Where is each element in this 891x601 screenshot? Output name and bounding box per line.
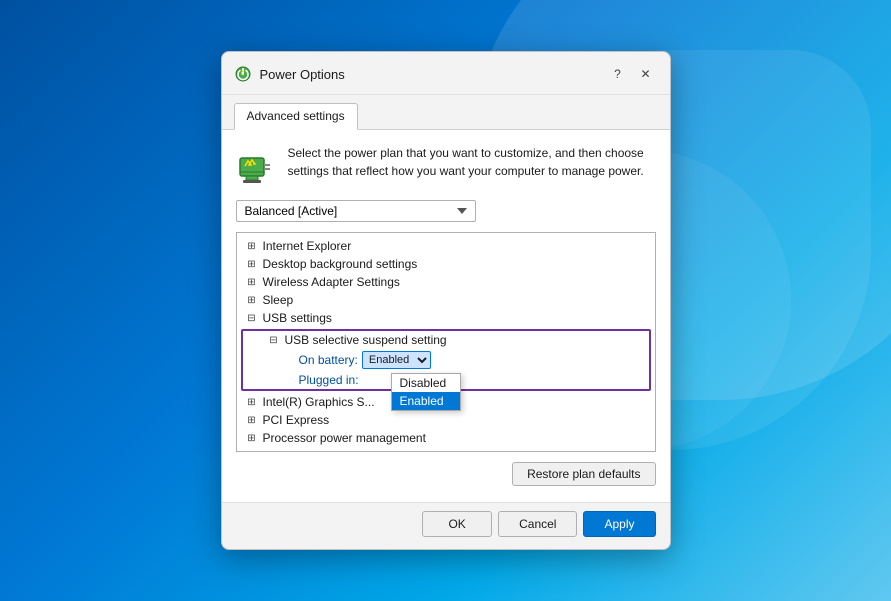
item-label: USB settings bbox=[263, 311, 332, 325]
cancel-button[interactable]: Cancel bbox=[498, 511, 577, 537]
expand-icon: ⊞ bbox=[245, 451, 259, 453]
list-item-wireless-adapter[interactable]: ⊞ Wireless Adapter Settings bbox=[237, 273, 655, 291]
power-options-icon bbox=[234, 65, 252, 83]
settings-list-container[interactable]: ⊞ Internet Explorer ⊞ Desktop background… bbox=[236, 232, 656, 452]
on-battery-select[interactable]: Enabled Disabled bbox=[362, 351, 431, 369]
list-item-processor-power[interactable]: ⊞ Processor power management bbox=[237, 429, 655, 447]
list-item-display[interactable]: ⊞ Display bbox=[237, 447, 655, 452]
dialog-title: Power Options bbox=[260, 67, 598, 82]
restore-btn-row: Restore plan defaults bbox=[236, 462, 656, 486]
bottom-buttons: OK Cancel Apply bbox=[222, 502, 670, 549]
dialog-overlay: Power Options ? ✕ Advanced settings bbox=[0, 0, 891, 601]
list-item-internet-explorer[interactable]: ⊞ Internet Explorer bbox=[237, 237, 655, 255]
item-label: Intel(R) Graphics S... bbox=[263, 395, 375, 409]
ok-button[interactable]: OK bbox=[422, 511, 492, 537]
title-bar: Power Options ? ✕ bbox=[222, 52, 670, 95]
power-icon-large bbox=[236, 146, 276, 186]
help-button[interactable]: ? bbox=[606, 62, 630, 86]
expand-icon: ⊞ bbox=[245, 277, 259, 288]
apply-button[interactable]: Apply bbox=[583, 511, 655, 537]
on-battery-value: Enabled Disabled bbox=[362, 351, 431, 369]
expand-icon: ⊞ bbox=[245, 295, 259, 306]
description-text: Select the power plan that you want to c… bbox=[288, 144, 656, 180]
settings-list: ⊞ Internet Explorer ⊞ Desktop background… bbox=[237, 233, 655, 452]
description-row: Select the power plan that you want to c… bbox=[236, 144, 656, 186]
expand-icon: ⊞ bbox=[245, 433, 259, 444]
item-label: Wireless Adapter Settings bbox=[263, 275, 400, 289]
item-label: Processor power management bbox=[263, 431, 426, 445]
content-area: Select the power plan that you want to c… bbox=[222, 130, 670, 502]
tab-bar: Advanced settings bbox=[222, 95, 670, 130]
item-label: Display bbox=[263, 449, 302, 452]
restore-plan-defaults-button[interactable]: Restore plan defaults bbox=[512, 462, 655, 486]
close-button[interactable]: ✕ bbox=[634, 62, 658, 86]
item-label: USB selective suspend setting bbox=[285, 333, 447, 347]
on-battery-label: On battery: bbox=[299, 353, 358, 367]
tab-advanced-settings[interactable]: Advanced settings bbox=[234, 103, 358, 130]
item-label: Sleep bbox=[263, 293, 294, 307]
list-item-usb-selective-suspend[interactable]: ⊟ USB selective suspend setting bbox=[243, 331, 649, 349]
list-item-pci-express[interactable]: ⊞ PCI Express bbox=[237, 411, 655, 429]
plan-dropdown-row: Balanced [Active] Power saver High perfo… bbox=[236, 200, 656, 222]
item-label: Desktop background settings bbox=[263, 257, 418, 271]
list-item-desktop-background[interactable]: ⊞ Desktop background settings bbox=[237, 255, 655, 273]
dropdown-option-enabled[interactable]: Enabled bbox=[392, 392, 460, 410]
title-bar-controls: ? ✕ bbox=[606, 62, 658, 86]
expand-icon: ⊟ bbox=[245, 313, 259, 324]
expand-icon: ⊞ bbox=[245, 415, 259, 426]
expand-icon: ⊞ bbox=[245, 259, 259, 270]
expand-icon: ⊟ bbox=[267, 335, 281, 346]
on-battery-dropdown-popup: Disabled Enabled bbox=[391, 373, 461, 411]
expand-icon: ⊞ bbox=[245, 397, 259, 408]
list-item-usb-settings[interactable]: ⊟ USB settings bbox=[237, 309, 655, 327]
plan-dropdown[interactable]: Balanced [Active] Power saver High perfo… bbox=[236, 200, 476, 222]
list-item-sleep[interactable]: ⊞ Sleep bbox=[237, 291, 655, 309]
expand-icon: ⊞ bbox=[245, 241, 259, 252]
on-battery-row-container: On battery: Enabled Disabled bbox=[243, 349, 649, 371]
dropdown-option-disabled[interactable]: Disabled bbox=[392, 374, 460, 392]
item-label: PCI Express bbox=[263, 413, 330, 427]
plugged-in-label: Plugged in: bbox=[299, 373, 359, 387]
usb-selective-suspend-group: ⊟ USB selective suspend setting On batte… bbox=[241, 329, 651, 391]
item-label: Internet Explorer bbox=[263, 239, 352, 253]
power-options-dialog: Power Options ? ✕ Advanced settings bbox=[221, 51, 671, 550]
on-battery-row: On battery: Enabled Disabled bbox=[243, 349, 649, 371]
